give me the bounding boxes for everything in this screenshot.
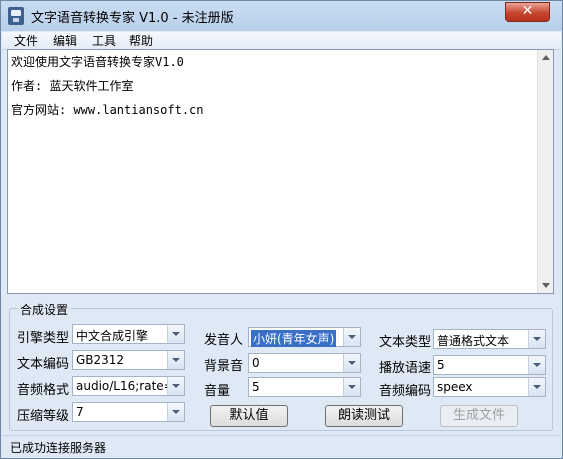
audio-format-select[interactable]: audio/L16;rate=	[72, 376, 185, 396]
chevron-down-icon[interactable]	[528, 330, 545, 348]
chevron-down-icon[interactable]	[528, 378, 545, 396]
chevron-down-icon[interactable]	[167, 403, 184, 421]
editor-line: 作者: 蓝天软件工作室	[11, 79, 134, 93]
menu-file[interactable]: 文件	[14, 33, 38, 49]
speed-select[interactable]: 5	[433, 355, 546, 375]
text-type-label: 文本类型	[379, 335, 432, 350]
speaker-value: 小妍(青年女声)	[251, 330, 337, 347]
volume-value: 5	[252, 380, 260, 394]
audio-encoding-value: speex	[437, 380, 473, 394]
speed-value: 5	[437, 358, 445, 372]
text-encoding-label: 文本编码	[17, 357, 70, 372]
vertical-scrollbar[interactable]	[537, 50, 553, 293]
status-bar: 已成功连接服务器	[2, 435, 561, 458]
read-test-button[interactable]: 朗读测试	[325, 405, 403, 427]
title-bar[interactable]: 文字语音转换专家 V1.0 - 未注册版 ✕	[1, 1, 562, 31]
background-value: 0	[252, 356, 260, 370]
window-title: 文字语音转换专家 V1.0 - 未注册版	[31, 11, 234, 26]
engine-type-label: 引擎类型	[17, 331, 70, 346]
app-window: 文字语音转换专家 V1.0 - 未注册版 ✕ 文件 编辑 工具 帮助 欢迎使用文…	[0, 0, 563, 459]
audio-format-label: 音频格式	[17, 383, 70, 398]
audio-encoding-label: 音频编码	[379, 384, 432, 399]
chevron-down-icon[interactable]	[167, 377, 184, 395]
scroll-up-icon[interactable]	[542, 55, 550, 60]
chevron-down-icon[interactable]	[343, 328, 360, 346]
status-text: 已成功连接服务器	[10, 441, 107, 455]
editor-line: 官方网站: www.lantiansoft.cn	[11, 103, 204, 117]
engine-type-value: 中文合成引擎	[76, 329, 149, 343]
text-type-value: 普通格式文本	[437, 334, 510, 348]
audio-encoding-select[interactable]: speex	[433, 377, 546, 397]
menu-help[interactable]: 帮助	[129, 33, 153, 49]
engine-type-select[interactable]: 中文合成引擎	[72, 324, 185, 344]
menu-edit[interactable]: 编辑	[53, 33, 77, 49]
close-button[interactable]: ✕	[505, 2, 550, 22]
text-encoding-value: GB2312	[76, 353, 125, 367]
background-select[interactable]: 0	[248, 353, 361, 373]
chevron-down-icon[interactable]	[528, 356, 545, 374]
speaker-label: 发音人	[204, 333, 244, 348]
text-encoding-select[interactable]: GB2312	[72, 350, 185, 370]
chevron-down-icon[interactable]	[343, 378, 360, 396]
app-icon	[8, 7, 24, 25]
scroll-down-icon[interactable]	[542, 283, 550, 288]
volume-select[interactable]: 5	[248, 377, 361, 397]
background-label: 背景音	[204, 359, 244, 374]
volume-label: 音量	[204, 384, 231, 399]
compression-select[interactable]: 7	[72, 402, 185, 422]
text-editor[interactable]: 欢迎使用文字语音转换专家V1.0 作者: 蓝天软件工作室 官方网站: www.l…	[7, 49, 554, 294]
menu-tools[interactable]: 工具	[92, 33, 116, 49]
text-type-select[interactable]: 普通格式文本	[433, 329, 546, 349]
chevron-down-icon[interactable]	[167, 351, 184, 369]
generate-file-button[interactable]: 生成文件	[440, 405, 518, 427]
speed-label: 播放语速	[379, 361, 432, 376]
chevron-down-icon[interactable]	[167, 325, 184, 343]
settings-group-title: 合成设置	[17, 301, 72, 318]
compression-label: 压缩等级	[17, 409, 70, 424]
default-button[interactable]: 默认值	[210, 405, 288, 427]
compression-value: 7	[76, 405, 84, 419]
editor-line: 欢迎使用文字语音转换专家V1.0	[11, 55, 184, 69]
audio-format-value: audio/L16;rate=	[76, 379, 168, 393]
menu-bar: 文件 编辑 工具 帮助	[2, 32, 561, 50]
speaker-select[interactable]: 小妍(青年女声)	[248, 327, 361, 347]
chevron-down-icon[interactable]	[343, 354, 360, 372]
